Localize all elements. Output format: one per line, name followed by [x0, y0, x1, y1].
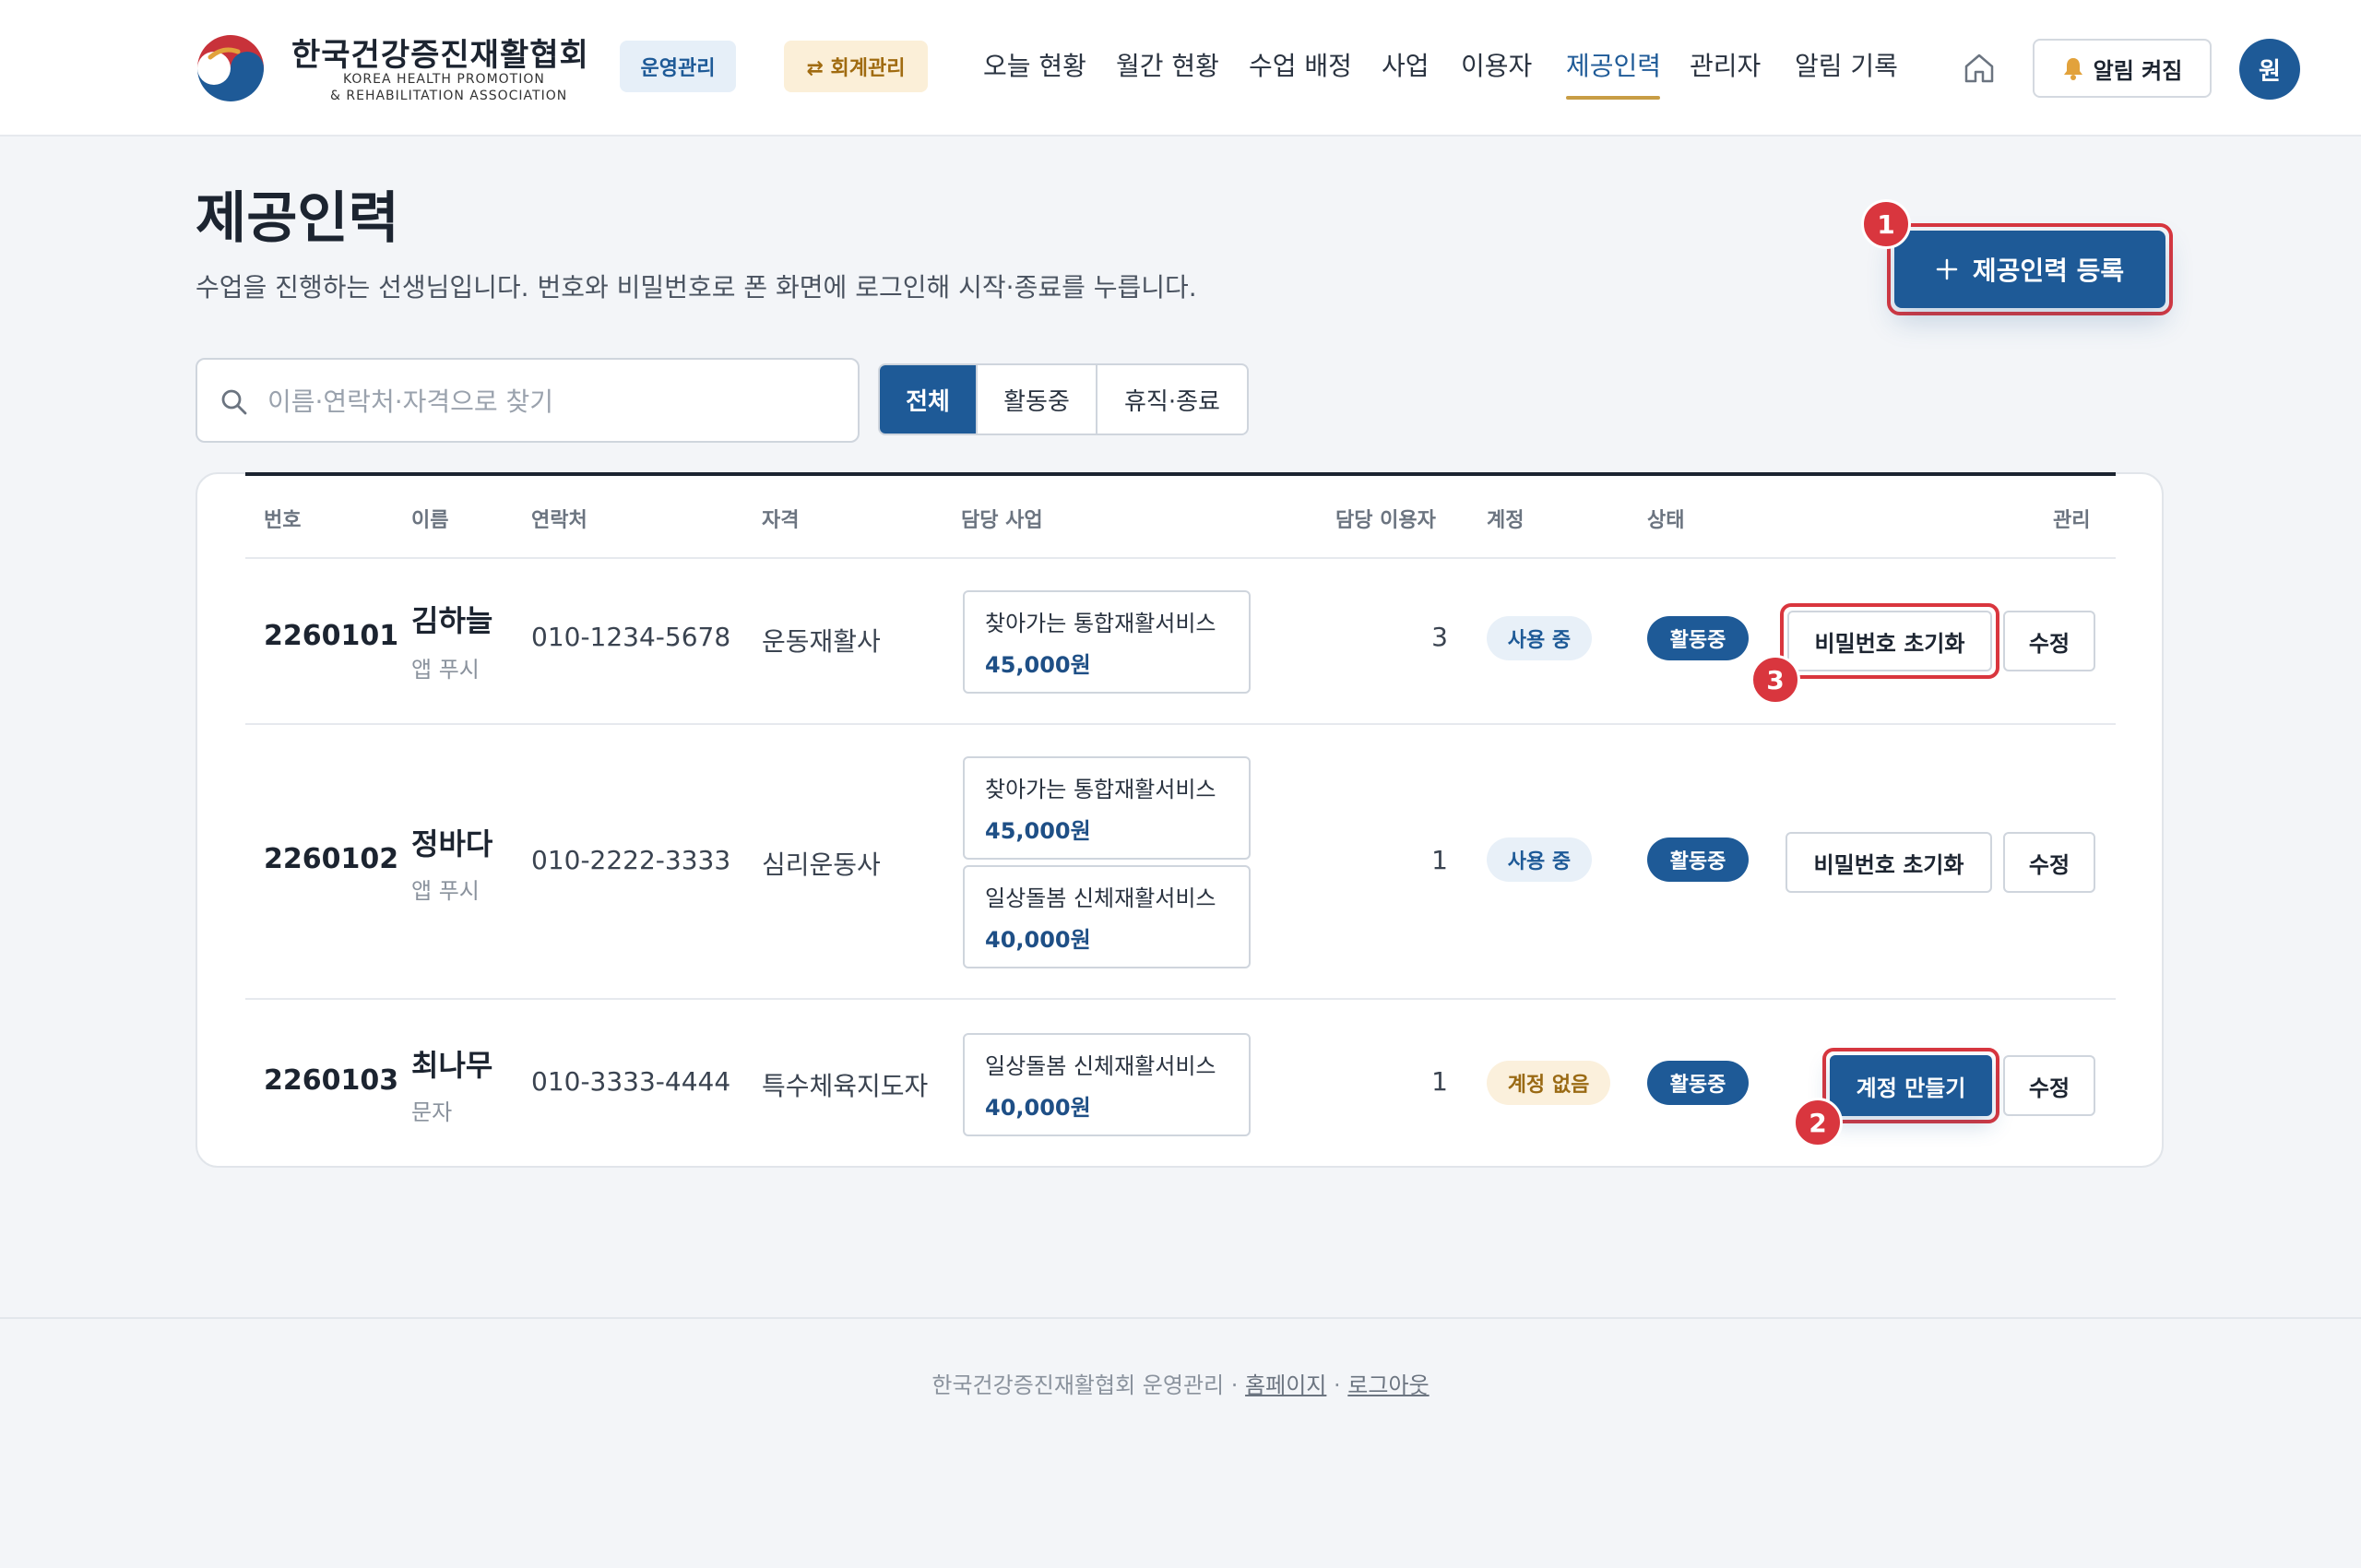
column-header-client-count: 담당 이용자	[1335, 509, 1436, 532]
nav-class-assignment[interactable]: 수업 배정	[1249, 46, 1352, 83]
row-1-client-count: 3	[1431, 622, 1448, 652]
step-marker-2: 2	[1793, 1098, 1843, 1147]
bell-icon	[2063, 58, 2082, 80]
row-1-phone: 010-1234-5678	[531, 622, 731, 652]
row-1-program-1: 찾아가는 통합재활서비스 45,000원	[963, 590, 1251, 694]
row-3-login-method: 문자	[411, 1099, 453, 1125]
row-2-program-2: 일상돌봄 신체재활서비스 40,000원	[963, 865, 1251, 968]
row-1-id: 2260101	[264, 620, 399, 652]
row-2-phone: 010-2222-3333	[531, 845, 731, 875]
row-1-reset-password-button[interactable]: 비밀번호 초기화	[1787, 611, 1992, 671]
row-3-qualification: 특수체육지도자	[762, 1071, 929, 1101]
plus-icon	[1936, 258, 1958, 280]
user-avatar[interactable]: 원	[2239, 39, 2300, 100]
program-price: 45,000원	[985, 818, 1091, 844]
nav-active-underline	[1566, 96, 1660, 100]
row-2-account-badge: 사용 중	[1487, 837, 1592, 882]
nav-admins[interactable]: 관리자	[1690, 46, 1761, 83]
row-1-name[interactable]: 김하늘	[411, 598, 492, 640]
column-header-account: 계정	[1487, 509, 1525, 532]
page-title: 제공인력	[196, 186, 399, 251]
row-3-id: 2260103	[264, 1064, 399, 1097]
row-1-status-badge: 활동중	[1647, 616, 1749, 660]
row-3-edit-button[interactable]: 수정	[2003, 1055, 2095, 1116]
program-name: 찾아가는 통합재활서비스	[985, 611, 1216, 636]
step-marker-3: 3	[1750, 655, 1800, 705]
program-price: 40,000원	[985, 1095, 1091, 1121]
filter-all[interactable]: 전체	[880, 365, 978, 434]
row-2-client-count: 1	[1431, 845, 1448, 875]
column-header-status: 상태	[1647, 509, 1685, 532]
brand-english-line-2: & REHABILITATION ASSOCIATION	[330, 89, 568, 103]
nav-clients[interactable]: 이용자	[1461, 46, 1532, 83]
footer: 한국건강증진재활협회 운영관리 · 홈페이지 · 로그아웃	[0, 1367, 2361, 1399]
nav-today-status[interactable]: 오늘 현황	[983, 46, 1086, 83]
row-1-login-method: 앱 푸시	[411, 657, 480, 683]
program-name: 일상돌봄 신체재활서비스	[985, 885, 1216, 911]
row-1-qualification: 운동재활사	[762, 626, 881, 657]
footer-homepage-link[interactable]: 홈페이지	[1245, 1372, 1326, 1398]
row-3-program-1: 일상돌봄 신체재활서비스 40,000원	[963, 1033, 1251, 1136]
step-marker-1: 1	[1861, 199, 1911, 249]
row-1-account-badge: 사용 중	[1487, 616, 1592, 660]
row-3-create-account-button[interactable]: 계정 만들기	[1830, 1055, 1992, 1116]
search-icon	[221, 389, 247, 415]
row-3-client-count: 1	[1431, 1066, 1448, 1097]
column-header-actions: 관리	[2053, 509, 2091, 532]
search-input[interactable]	[267, 369, 839, 434]
page-description: 수업을 진행하는 선생님입니다. 번호와 비밀번호로 폰 화면에 로그인해 시작…	[196, 272, 1197, 303]
column-header-phone: 연락처	[531, 509, 587, 532]
taegeuk-logo-icon[interactable]	[192, 30, 269, 107]
nav-business[interactable]: 사업	[1382, 46, 1430, 83]
row-1-edit-button[interactable]: 수정	[2003, 611, 2095, 671]
top-header: 한국건강증진재활협회 KOREA HEALTH PROMOTION & REHA…	[0, 0, 2361, 137]
footer-divider	[0, 1317, 2361, 1319]
column-header-qualification: 자격	[762, 509, 800, 532]
ops-management-pill[interactable]: 운영관리	[620, 41, 736, 92]
column-header-name: 이름	[411, 509, 449, 532]
brand-english-line-1: KOREA HEALTH PROMOTION	[343, 72, 545, 87]
table-top-border	[245, 472, 2116, 476]
home-icon[interactable]	[1961, 50, 1998, 87]
program-name: 일상돌봄 신체재활서비스	[985, 1053, 1216, 1079]
row-2-reset-password-button[interactable]: 비밀번호 초기화	[1786, 832, 1992, 893]
accounting-management-pill[interactable]: ⇄ 회계관리	[784, 41, 928, 92]
header-row-separator	[245, 557, 2116, 559]
add-provider-label: 제공인력 등록	[1972, 255, 2125, 286]
row-2-login-method: 앱 푸시	[411, 878, 480, 904]
brand-name: 한국건강증진재활협회	[291, 37, 589, 74]
footer-separator: ·	[1230, 1372, 1239, 1398]
search-box	[196, 358, 860, 443]
row-3-name[interactable]: 최나무	[411, 1042, 492, 1085]
nav-providers[interactable]: 제공인력	[1566, 46, 1661, 83]
filter-leave-ended[interactable]: 휴직·종료	[1097, 365, 1247, 434]
program-name: 찾아가는 통합재활서비스	[985, 777, 1216, 802]
row-separator-1	[245, 723, 2116, 725]
status-filter-group: 전체 활동중 휴직·종료	[878, 363, 1249, 435]
row-2-id: 2260102	[264, 843, 399, 875]
row-3-status-badge: 활동중	[1647, 1061, 1749, 1105]
alarm-label: 알림 켜짐	[2093, 57, 2183, 84]
program-price: 40,000원	[985, 927, 1091, 953]
alarm-toggle-button[interactable]: 알림 켜짐	[2033, 39, 2212, 98]
column-header-id: 번호	[264, 509, 302, 532]
nav-notification-log[interactable]: 알림 기록	[1795, 46, 1898, 83]
row-separator-2	[245, 998, 2116, 1000]
nav-monthly-status[interactable]: 월간 현황	[1116, 46, 1219, 83]
row-2-program-1: 찾아가는 통합재활서비스 45,000원	[963, 756, 1251, 860]
filter-active[interactable]: 활동중	[978, 365, 1097, 434]
column-header-programs: 담당 사업	[961, 509, 1043, 532]
footer-separator: ·	[1334, 1372, 1341, 1398]
row-3-account-badge: 계정 없음	[1487, 1061, 1610, 1105]
row-2-edit-button[interactable]: 수정	[2003, 832, 2095, 893]
add-provider-button[interactable]: 제공인력 등록	[1894, 231, 2165, 308]
row-3-phone: 010-3333-4444	[531, 1066, 731, 1097]
footer-logout-link[interactable]: 로그아웃	[1347, 1372, 1429, 1398]
row-2-name[interactable]: 정바다	[411, 821, 492, 863]
row-2-status-badge: 활동중	[1647, 837, 1749, 882]
footer-org: 한국건강증진재활협회 운영관리	[931, 1372, 1225, 1398]
program-price: 45,000원	[985, 652, 1091, 678]
row-2-qualification: 심리운동사	[762, 849, 881, 880]
